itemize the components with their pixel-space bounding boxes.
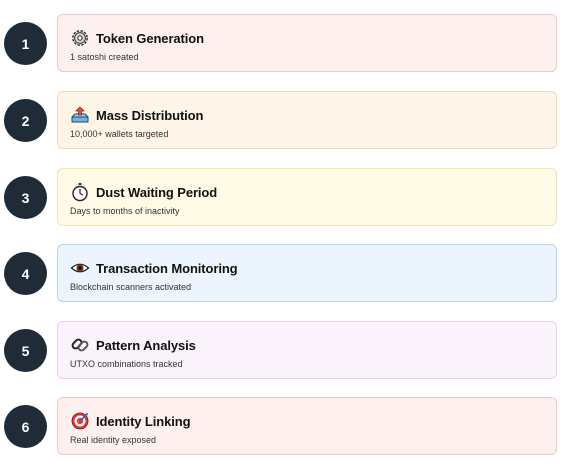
- target-icon: [70, 411, 90, 431]
- step-6: 6 Identity Linking Real identity exposed: [0, 397, 568, 459]
- step-number-badge: 4: [4, 252, 47, 295]
- step-card: Mass Distribution 10,000+ wallets target…: [57, 91, 557, 149]
- dusting-attack-steps: 1 Token Generation 1 satoshi created 2 M…: [0, 0, 568, 467]
- step-card: Token Generation 1 satoshi created: [57, 14, 557, 72]
- outbox-tray-icon: [70, 105, 90, 125]
- step-subtitle: Real identity exposed: [70, 435, 157, 445]
- step-card: Dust Waiting Period Days to months of in…: [57, 168, 557, 226]
- step-subtitle: Days to months of inactivity: [70, 206, 180, 216]
- step-title: Transaction Monitoring: [96, 260, 238, 276]
- step-title: Pattern Analysis: [96, 337, 196, 353]
- step-number-badge: 5: [4, 329, 47, 372]
- step-2: 2 Mass Distribution 10,000+ wallets targ…: [0, 91, 568, 153]
- step-subtitle: 10,000+ wallets targeted: [70, 129, 169, 139]
- step-subtitle: 1 satoshi created: [70, 52, 139, 62]
- step-number-badge: 6: [4, 405, 47, 448]
- step-3: 3 Dust Waiting Period Days to months of …: [0, 168, 568, 230]
- step-subtitle: Blockchain scanners activated: [70, 282, 192, 292]
- eye-icon: [70, 258, 90, 278]
- step-subtitle: UTXO combinations tracked: [70, 359, 183, 369]
- step-number-badge: 3: [4, 176, 47, 219]
- step-title: Dust Waiting Period: [96, 184, 218, 200]
- step-card: Transaction Monitoring Blockchain scanne…: [57, 244, 557, 302]
- step-title: Token Generation: [96, 30, 204, 46]
- stopwatch-icon: [70, 182, 90, 202]
- step-card: Pattern Analysis UTXO combinations track…: [57, 321, 557, 379]
- step-number-badge: 1: [4, 22, 47, 65]
- step-4: 4 Transaction Monitoring Blockchain scan…: [0, 244, 568, 306]
- step-5: 5 Pattern Analysis UTXO combinations tra…: [0, 321, 568, 383]
- step-1: 1 Token Generation 1 satoshi created: [0, 14, 568, 76]
- step-number-badge: 2: [4, 99, 47, 142]
- step-card: Identity Linking Real identity exposed: [57, 397, 557, 455]
- step-title: Mass Distribution: [96, 107, 204, 123]
- chain-link-icon: [70, 335, 90, 355]
- gear-icon: [70, 28, 90, 48]
- step-title: Identity Linking: [96, 413, 191, 429]
